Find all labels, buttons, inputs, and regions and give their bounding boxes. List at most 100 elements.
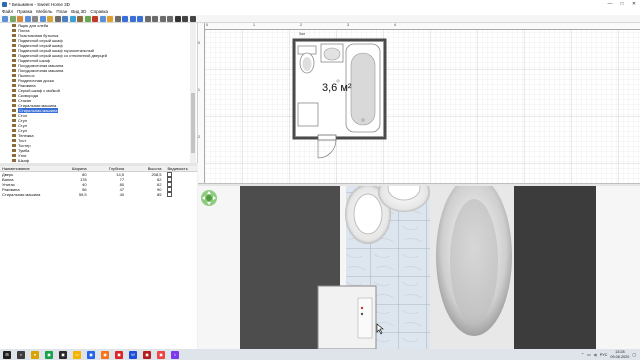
app-red-icon[interactable]: ◼ [115,350,123,359]
toolbar-button-icon[interactable] [69,15,76,22]
toolbar-button-icon[interactable] [122,15,128,22]
furniture-icon [12,138,16,143]
files-icon[interactable]: ▭ [73,350,81,359]
furniture-icon [12,88,16,93]
clock[interactable]: 13:28 09.06.2020 [610,350,629,358]
toolbar-button-icon[interactable] [167,15,173,22]
toolbar-button-icon[interactable] [47,15,53,22]
cell-depth: 40 [119,192,125,197]
app-red2-icon[interactable]: ◼ [143,350,151,359]
furniture-icon [12,98,16,103]
toolbar-button-icon[interactable] [32,15,38,22]
ruler-left-label: 1 [198,88,200,92]
menu-furniture[interactable]: Мебель [34,9,54,14]
toolbar-button-icon[interactable] [17,15,23,22]
col-height[interactable]: Высота [126,166,163,171]
furniture-icon [12,23,16,28]
furniture-icon [12,83,16,88]
furniture-icon [12,158,16,163]
toolbar-button-icon[interactable] [99,15,106,22]
ruler-top-label: 0 [206,23,208,27]
app-blue-icon[interactable]: ◼ [87,350,95,359]
app-red3-icon[interactable]: ◼ [157,350,165,359]
app-orange-icon[interactable]: ◼ [101,350,109,359]
minimize-button[interactable]: — [604,0,616,8]
menu-help[interactable]: Справка [88,9,110,14]
ruler-top-label: 3 [347,23,349,27]
language-indicator[interactable]: РУС [600,353,608,357]
toolbar-button-icon[interactable] [189,15,196,22]
app-dark-icon[interactable]: ◼ [59,350,67,359]
furniture-icon [12,63,16,68]
close-button[interactable]: ✕ [628,0,640,8]
toolbar-button-icon[interactable] [39,15,46,22]
toolbar-button-icon[interactable] [92,15,98,22]
toolbar-button-icon[interactable] [129,15,136,22]
3d-canvas[interactable] [198,186,640,349]
window-controls: — □ ✕ [604,0,640,8]
app-icon [2,1,7,7]
app-green-icon[interactable]: ◼ [45,350,53,359]
plan-view[interactable]: Зал 3,6 м² [198,23,640,183]
navigation-widget-icon [201,190,217,206]
3d-view[interactable] [198,186,640,349]
ruler-top-label: 1 [253,23,255,27]
toolbar-button-icon[interactable] [9,15,16,22]
furniture-icon [12,48,16,53]
menu-file[interactable]: Файл [0,9,15,14]
maximize-button[interactable]: □ [616,0,628,8]
furniture-icon [12,118,16,123]
toolbar-button-icon[interactable] [152,15,158,22]
door [317,134,337,141]
sweethome-icon[interactable]: ⌂ [171,350,179,359]
clock-date: 09.06.2020 [610,354,630,359]
toolbar-button-icon[interactable] [62,15,68,22]
ruler-top-label: 4 [394,23,396,27]
menu-bar: Файл Правка Мебель План Вид 3D Справка [0,8,640,15]
furniture-icon [12,108,16,113]
table-row[interactable]: Стиральная машина 59,5 40 85 [0,192,197,197]
toolbar-button-icon[interactable] [2,15,8,22]
furniture-icon [12,33,16,38]
toolbar [0,15,640,23]
scroll-thumb[interactable] [191,93,195,153]
furniture-icon [12,113,16,118]
toolbar-button-icon[interactable] [84,15,91,22]
chrome-icon[interactable]: ● [31,350,39,359]
toolbar-button-icon[interactable] [174,15,181,22]
tray-chevron-icon[interactable]: ⌃ [581,352,584,357]
notifications-icon[interactable]: ▢ [632,352,636,357]
start-icon[interactable]: ⊞ [3,350,11,359]
toolbar-button-icon[interactable] [137,15,143,22]
toolbar-button-icon[interactable] [54,15,61,22]
col-name[interactable]: Наименование [0,166,59,171]
col-visibility[interactable]: Видимость [163,166,197,171]
toolbar-button-icon[interactable] [24,15,31,22]
furniture-icon [12,73,16,78]
catalog-scrollbar[interactable] [190,23,196,163]
search-icon[interactable]: ⌕ [17,350,25,359]
visibility-checkbox[interactable] [167,192,173,197]
network-icon[interactable]: ▭ [587,352,591,357]
toolbar-button-icon[interactable] [159,15,166,22]
toolbar-button-icon[interactable] [114,15,121,22]
toolbar-button-icon[interactable] [144,15,151,22]
menu-plan[interactable]: План [54,9,69,14]
table-body: Дверь 80 14,5 208,5 Ванна 178 77 62 Унитаз 40 80 62… [0,172,197,197]
volume-icon[interactable]: ◂) [594,352,597,357]
word-icon[interactable]: W [129,350,137,359]
furniture-icon [12,58,16,63]
toolbar-button-icon[interactable] [77,15,83,22]
col-depth[interactable]: Глубина [89,166,126,171]
menu-3d-view[interactable]: Вид 3D [69,9,88,14]
cell-height: 85 [157,192,162,197]
furniture-catalog: Ящик для хлеба Плита Пластиковая бутылка По… [0,23,198,163]
toolbar-button-icon[interactable] [107,15,113,22]
toolbar-button-icon[interactable] [182,15,188,22]
plan-canvas[interactable]: Зал 3,6 м² [198,23,640,183]
furniture-icon [12,128,16,133]
furniture-icon [12,143,16,148]
furniture-icon [12,78,16,83]
menu-edit[interactable]: Правка [15,9,34,14]
col-width[interactable]: Ширина [59,166,89,171]
